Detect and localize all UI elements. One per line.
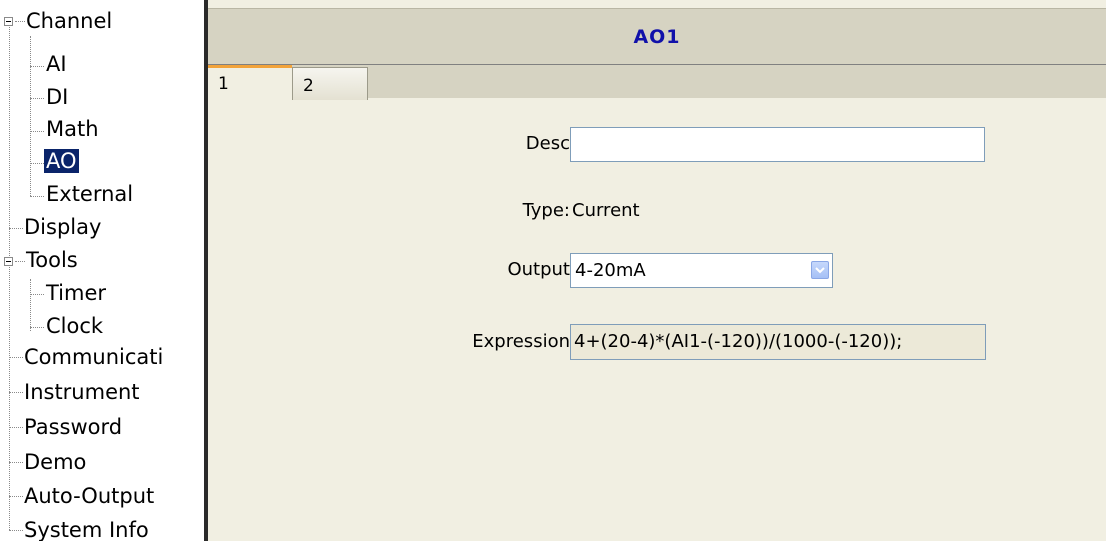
navigation-tree: Channel AI DI Math AO External Display T…	[0, 0, 204, 541]
tree-item-label: Communicati	[24, 345, 164, 369]
tree-item-instrument[interactable]: Instrument	[22, 376, 142, 409]
output-dropdown[interactable]: 4-20mA	[570, 253, 833, 288]
tree-connector	[30, 163, 44, 164]
tree-item-label: Channel	[26, 9, 113, 33]
tree-item-label: AI	[46, 52, 67, 76]
tab-label: 1	[218, 74, 229, 94]
tree-connector	[9, 22, 10, 530]
tree-item-label: External	[46, 182, 134, 206]
tree-connector	[9, 462, 23, 463]
expression-field[interactable]: 4+(20-4)*(AI1-(-120))/(1000-(-120));	[570, 324, 986, 360]
collapse-icon[interactable]	[4, 17, 13, 26]
tree-connector	[30, 279, 31, 331]
tree-connector	[9, 357, 23, 358]
tab-2[interactable]: 2	[292, 67, 368, 100]
tree-connector	[9, 427, 23, 428]
tree-connector	[30, 196, 44, 197]
tree-item-label: DI	[46, 85, 69, 109]
tree-item-label: Clock	[46, 314, 104, 338]
tree-item-clock[interactable]: Clock	[44, 310, 105, 343]
tab-strip: 1 2	[208, 64, 1106, 100]
tab-label: 2	[303, 76, 314, 96]
tree-item-communication[interactable]: Communicati	[22, 341, 165, 374]
tree-connector	[30, 327, 44, 328]
collapse-icon[interactable]	[4, 257, 13, 266]
tree-connector	[30, 36, 31, 196]
tree-item-label: Demo	[24, 450, 87, 474]
tree-item-label: Password	[24, 415, 123, 439]
settings-panel: AO1 1 2 Desc Type: Current Output 4-20mA	[208, 0, 1106, 541]
page-title: AO1	[633, 25, 681, 48]
tree-item-ai[interactable]: AI	[44, 48, 69, 81]
tab-1[interactable]: 1	[208, 65, 292, 99]
output-label: Output	[507, 259, 570, 280]
tree-connector	[9, 496, 23, 497]
tree-item-timer[interactable]: Timer	[44, 277, 108, 310]
tree-item-label: Tools	[26, 248, 78, 272]
tree-item-label: Math	[46, 117, 99, 141]
panel-header: AO1	[208, 8, 1106, 64]
tree-item-label: System Info	[24, 518, 149, 541]
tree-item-label: AO	[44, 149, 79, 173]
tree-connector	[9, 392, 23, 393]
tree-connector	[30, 98, 44, 99]
app-window: Channel AI DI Math AO External Display T…	[0, 0, 1106, 541]
tree-connector	[30, 294, 44, 295]
desc-field[interactable]	[570, 127, 985, 162]
output-selected-value: 4-20mA	[575, 260, 646, 281]
tree-item-display[interactable]: Display	[22, 211, 103, 244]
tree-item-system-info[interactable]: System Info	[22, 514, 151, 541]
tree-item-ao[interactable]: AO	[44, 145, 79, 178]
tree-item-di[interactable]: DI	[44, 81, 70, 114]
tree-connector	[9, 530, 23, 531]
tree-item-label: Auto-Output	[24, 484, 155, 508]
tree-item-auto-output[interactable]: Auto-Output	[22, 480, 156, 513]
tree-item-external[interactable]: External	[44, 178, 135, 211]
chevron-down-icon[interactable]	[811, 261, 829, 279]
ao-settings-form: Desc Type: Current Output 4-20mA Express…	[208, 98, 1106, 541]
tree-item-demo[interactable]: Demo	[22, 446, 88, 479]
tree-connector	[30, 131, 44, 132]
tree-item-label: Instrument	[24, 380, 140, 404]
tree-connector	[30, 66, 44, 67]
tree-item-label: Display	[24, 215, 102, 239]
tree-item-channel[interactable]: Channel	[24, 5, 114, 38]
desc-label: Desc	[525, 133, 570, 154]
tree-item-math[interactable]: Math	[44, 113, 101, 146]
tree-item-tools[interactable]: Tools	[24, 244, 80, 277]
tree-item-label: Timer	[46, 281, 107, 305]
tree-connector	[9, 228, 23, 229]
expression-label: Expression	[472, 331, 570, 352]
type-label: Type:	[522, 200, 570, 221]
type-value: Current	[572, 200, 640, 221]
tree-item-password[interactable]: Password	[22, 411, 124, 444]
